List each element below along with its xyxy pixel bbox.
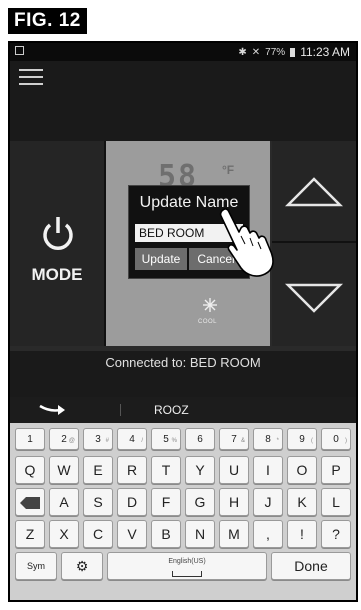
key-q[interactable]: Q (15, 456, 45, 484)
key-c[interactable]: C (83, 520, 113, 548)
key-w[interactable]: W (49, 456, 79, 484)
status-icons: ✱ ✕ 77% 11:23 AM (238, 45, 350, 59)
key-done[interactable]: Done (271, 552, 351, 580)
key-p[interactable]: P (321, 456, 351, 484)
settings-key[interactable]: ⚙ (61, 552, 103, 580)
space-key[interactable]: English(US) (107, 552, 267, 580)
key-f[interactable]: F (151, 488, 181, 516)
space-bar-icon (172, 571, 202, 577)
key-j[interactable]: J (253, 488, 283, 516)
key-2[interactable]: @2 (49, 428, 79, 450)
update-button[interactable]: Update (135, 248, 187, 270)
key-4[interactable]: /4 (117, 428, 147, 450)
backspace-icon (20, 497, 40, 509)
mode-button[interactable]: MODE (10, 141, 106, 346)
key-8[interactable]: * 8 (253, 428, 283, 450)
key-s[interactable]: S (83, 488, 113, 516)
clock: 11:23 AM (300, 45, 350, 59)
key-o[interactable]: O (287, 456, 317, 484)
power-icon (43, 217, 73, 250)
figure-label: FIG. 12 (8, 8, 87, 34)
key-5[interactable]: % 5 (151, 428, 181, 450)
key-1[interactable]: 1 (15, 428, 45, 450)
key-u[interactable]: U (219, 456, 249, 484)
space-language-label: English(US) (168, 558, 206, 565)
status-bar: ✱ ✕ 77% 11:23 AM (10, 43, 356, 61)
key-h[interactable]: H (219, 488, 249, 516)
key-b[interactable]: B (151, 520, 181, 548)
suggestion-divider (120, 404, 121, 416)
temperature-unit: °F (222, 163, 235, 177)
mode-label: MODE (31, 265, 83, 284)
snowflake-icon (203, 298, 217, 312)
key-e[interactable]: E (83, 456, 113, 484)
key-exclamation[interactable]: ! (287, 520, 317, 548)
gear-icon: ⚙ (75, 558, 89, 574)
battery-icon (290, 47, 296, 57)
notification-icon (15, 46, 24, 55)
connection-status: Connected to: BED ROOM (105, 355, 261, 370)
key-t[interactable]: T (151, 456, 181, 484)
key-backspace[interactable] (15, 488, 45, 516)
key-x[interactable]: X (49, 520, 79, 548)
key-k[interactable]: K (287, 488, 317, 516)
keyboard: ROOZ 1 @2 #3 /4 % 5 6 & 7 * 8 (9 ) 0 Q W E R… (10, 397, 356, 600)
key-3[interactable]: #3 (83, 428, 113, 450)
sym-key[interactable]: Sym (15, 552, 57, 580)
key-question[interactable]: ? (321, 520, 351, 548)
key-0[interactable]: ) 0 (321, 428, 351, 450)
key-n[interactable]: N (185, 520, 215, 548)
mute-icon: ✕ (251, 46, 261, 58)
key-i[interactable]: I (253, 456, 283, 484)
key-6[interactable]: 6 (185, 428, 215, 450)
key-r[interactable]: R (117, 456, 147, 484)
suggestion-bar: ROOZ (10, 397, 356, 423)
phone-screen: ✱ ✕ 77% 11:23 AM MODE 58 °F COOL Update … (8, 41, 358, 602)
suggestion-word[interactable]: ROOZ (154, 403, 189, 417)
enter-arrow-icon[interactable] (38, 403, 66, 417)
key-comma[interactable]: , (253, 520, 283, 548)
key-y[interactable]: Y (185, 456, 215, 484)
bluetooth-icon: ✱ (238, 46, 247, 58)
cool-mode-label: COOL (198, 319, 218, 325)
menu-icon[interactable] (19, 69, 43, 87)
battery-percent: 77% (265, 46, 286, 58)
key-7[interactable]: & 7 (219, 428, 249, 450)
key-d[interactable]: D (117, 488, 147, 516)
key-m[interactable]: M (219, 520, 249, 548)
key-v[interactable]: V (117, 520, 147, 548)
key-9[interactable]: (9 (287, 428, 317, 450)
key-a[interactable]: A (49, 488, 79, 516)
key-l[interactable]: L (321, 488, 351, 516)
pointing-hand-icon (219, 208, 274, 277)
key-z[interactable]: Z (15, 520, 45, 548)
key-g[interactable]: G (185, 488, 215, 516)
